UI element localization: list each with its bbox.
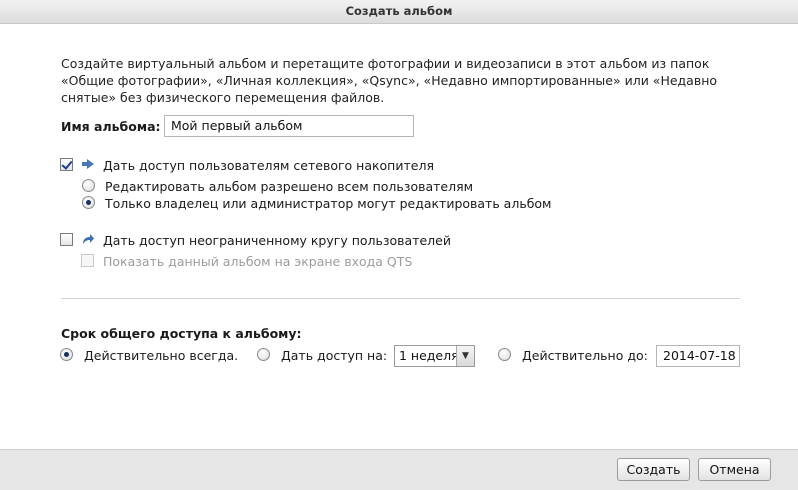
arrow-share-icon	[83, 234, 94, 244]
show-on-login-checkbox[interactable]	[81, 254, 94, 267]
nas-share-checkbox[interactable]	[60, 158, 73, 171]
section-divider	[61, 298, 740, 299]
valid-until-label: Действительно до:	[522, 348, 648, 363]
cancel-button[interactable]: Отмена	[698, 458, 771, 481]
share-for-radio[interactable]	[257, 348, 270, 361]
owner-admin-only-label: Только владелец или администратор могут …	[105, 196, 552, 211]
valid-always-label: Действительно всегда.	[84, 348, 239, 363]
chevron-down-icon[interactable]: ▼	[456, 346, 474, 366]
edit-all-users-label: Редактировать альбом разрешено всем поль…	[105, 179, 474, 194]
public-share-checkbox[interactable]	[60, 233, 73, 246]
album-name-input[interactable]: Мой первый альбом	[164, 115, 414, 137]
share-icon	[82, 159, 94, 169]
share-for-label: Дать доступ на:	[281, 348, 388, 363]
dialog-title: Создать альбом	[0, 0, 798, 24]
public-share-label: Дать доступ неограниченному кругу пользо…	[103, 233, 451, 248]
dialog-description: Создайте виртуальный альбом и перетащите…	[61, 56, 718, 105]
valid-until-date-input[interactable]: 2014-07-18	[656, 345, 740, 367]
edit-all-users-radio[interactable]	[82, 179, 95, 192]
nas-share-label: Дать доступ пользователям сетевого накоп…	[103, 158, 434, 173]
period-heading: Срок общего доступа к альбому:	[61, 326, 302, 341]
share-duration-value: 1 неделя	[399, 348, 457, 363]
share-duration-select[interactable]: 1 неделя ▼	[394, 345, 475, 367]
show-on-login-label: Показать данный альбом на экране входа Q…	[103, 254, 413, 269]
valid-until-radio[interactable]	[498, 348, 511, 361]
album-name-label: Имя альбома:	[61, 119, 161, 134]
owner-admin-only-radio[interactable]	[82, 196, 95, 209]
create-button[interactable]: Создать	[617, 458, 690, 481]
valid-always-radio[interactable]	[60, 348, 73, 361]
